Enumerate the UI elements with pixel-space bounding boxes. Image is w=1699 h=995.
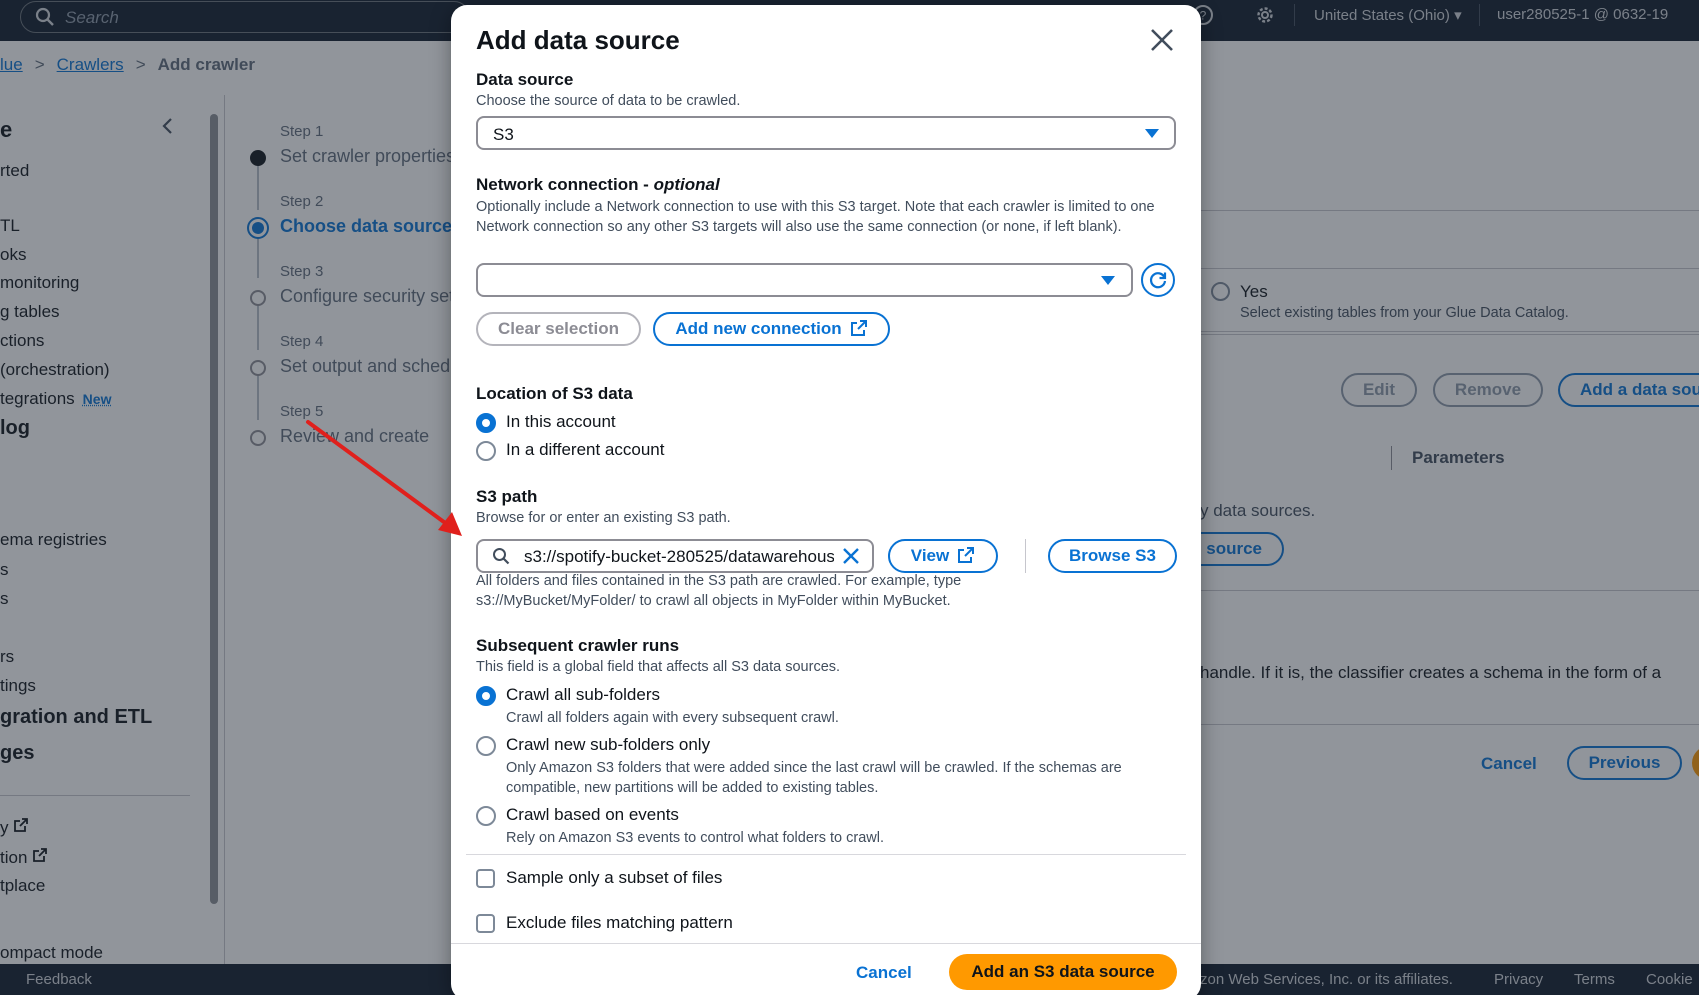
refresh-icon <box>1149 272 1167 289</box>
checkbox-box <box>476 869 495 888</box>
data-source-label: Data source <box>476 70 574 89</box>
radio-indicator <box>476 686 496 706</box>
data-source-desc: Choose the source of data to be crawled. <box>476 93 741 109</box>
network-label-text: Network connection - <box>476 175 649 194</box>
button-divider <box>1025 539 1026 573</box>
add-new-connection-button[interactable]: Add new connection <box>653 312 890 346</box>
radio-desc: Only Amazon S3 folders that were added s… <box>506 760 1122 796</box>
clear-selection-button[interactable]: Clear selection <box>476 312 641 346</box>
location-label: Location of S3 data <box>476 384 633 403</box>
modal-footer-divider <box>451 943 1201 944</box>
checkbox-label: Exclude files matching pattern <box>506 913 733 932</box>
checkbox-label: Sample only a subset of files <box>506 868 723 887</box>
radio-indicator <box>476 413 496 433</box>
caret-down-icon <box>1145 129 1159 138</box>
optional-tag: optional <box>653 175 720 194</box>
close-icon[interactable] <box>1148 26 1176 54</box>
s3-path-input[interactable]: s3://spotify-bucket-280525/datawarehouse… <box>476 539 874 573</box>
radio-label: In this account <box>506 412 616 431</box>
subsequent-runs-desc: This field is a global field that affect… <box>476 659 841 675</box>
data-source-select[interactable]: S3 <box>476 116 1176 150</box>
radio-label: Crawl new sub-folders only <box>506 735 711 754</box>
caret-down-icon <box>1101 276 1115 285</box>
checkbox-box <box>476 914 495 933</box>
radio-label: Crawl all sub-folders <box>506 685 660 704</box>
external-link-icon <box>850 320 867 336</box>
radio-label: In a different account <box>506 440 665 459</box>
browse-s3-button[interactable]: Browse S3 <box>1048 539 1177 573</box>
s3-path-label: S3 path <box>476 487 538 506</box>
section-divider <box>466 854 1186 855</box>
radio-indicator <box>476 441 496 461</box>
add-data-source-modal: Add data source Data source Choose the s… <box>451 5 1201 995</box>
modal-title: Add data source <box>476 25 680 55</box>
add-s3-data-source-button[interactable]: Add an S3 data source <box>949 954 1177 990</box>
network-connection-select[interactable] <box>476 263 1133 297</box>
add-new-connection-label: Add new connection <box>675 319 842 338</box>
external-link-icon <box>958 547 975 563</box>
radio-desc: Rely on Amazon S3 events to control what… <box>506 830 884 846</box>
data-source-value: S3 <box>493 125 514 144</box>
search-icon <box>493 548 510 565</box>
radio-label: Crawl based on events <box>506 805 679 824</box>
s3-path-desc: Browse for or enter an existing S3 path. <box>476 510 731 526</box>
s3-path-value: s3://spotify-bucket-280525/datawarehouse… <box>524 547 834 566</box>
subsequent-runs-label: Subsequent crawler runs <box>476 636 680 655</box>
view-label: View <box>910 546 950 565</box>
network-connection-label: Network connection - optional <box>476 175 720 195</box>
cancel-button[interactable]: Cancel <box>856 963 912 983</box>
radio-desc: Crawl all folders again with every subse… <box>506 710 839 726</box>
refresh-button[interactable] <box>1141 263 1175 297</box>
view-button[interactable]: View <box>888 539 998 573</box>
radio-indicator <box>476 736 496 756</box>
radio-indicator <box>476 806 496 826</box>
s3-path-hint: All folders and files contained in the S… <box>476 573 962 609</box>
network-connection-desc: Optionally include a Network connection … <box>476 199 1155 235</box>
clear-icon[interactable] <box>841 546 861 566</box>
